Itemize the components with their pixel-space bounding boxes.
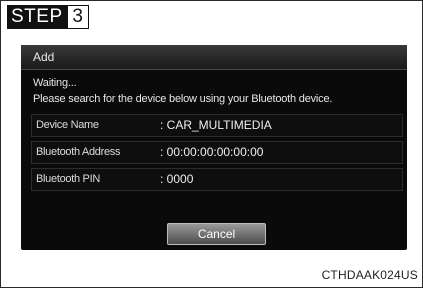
step-number: 3 — [67, 5, 89, 29]
device-name-row: Device Name : CAR_MULTIMEDIA — [31, 114, 403, 137]
dialog-title: Add — [33, 50, 55, 64]
step-badge: STEP 3 — [7, 5, 89, 29]
bluetooth-address-label: Bluetooth Address — [36, 146, 121, 158]
cancel-button[interactable]: Cancel — [167, 223, 266, 245]
step-label: STEP — [7, 5, 68, 29]
bluetooth-pin-row: Bluetooth PIN : 0000 — [31, 168, 403, 191]
figure-caption: CTHDAAK024US — [321, 268, 418, 282]
device-name-value: : CAR_MULTIMEDIA — [160, 118, 272, 132]
bluetooth-pin-label: Bluetooth PIN — [36, 173, 100, 185]
device-name-label: Device Name — [36, 119, 99, 131]
instruction-text: Please search for the device below using… — [33, 93, 333, 105]
bluetooth-pin-value: : 0000 — [160, 172, 194, 186]
add-device-dialog: Add Waiting... Please search for the dev… — [21, 45, 407, 250]
status-text: Waiting... — [33, 77, 77, 89]
dialog-title-bar: Add — [21, 45, 407, 70]
bluetooth-address-value: : 00:00:00:00:00:00 — [160, 145, 264, 159]
bluetooth-address-row: Bluetooth Address : 00:00:00:00:00:00 — [31, 141, 403, 164]
figure-frame: STEP 3 Add Waiting... Please search for … — [0, 0, 423, 288]
